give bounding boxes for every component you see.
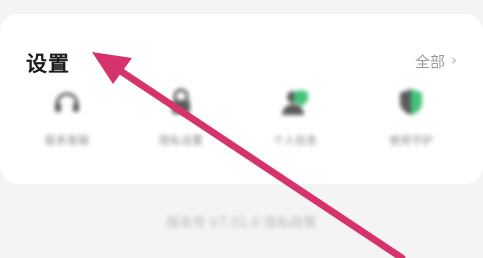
annotation-arrow-icon: [92, 52, 406, 258]
